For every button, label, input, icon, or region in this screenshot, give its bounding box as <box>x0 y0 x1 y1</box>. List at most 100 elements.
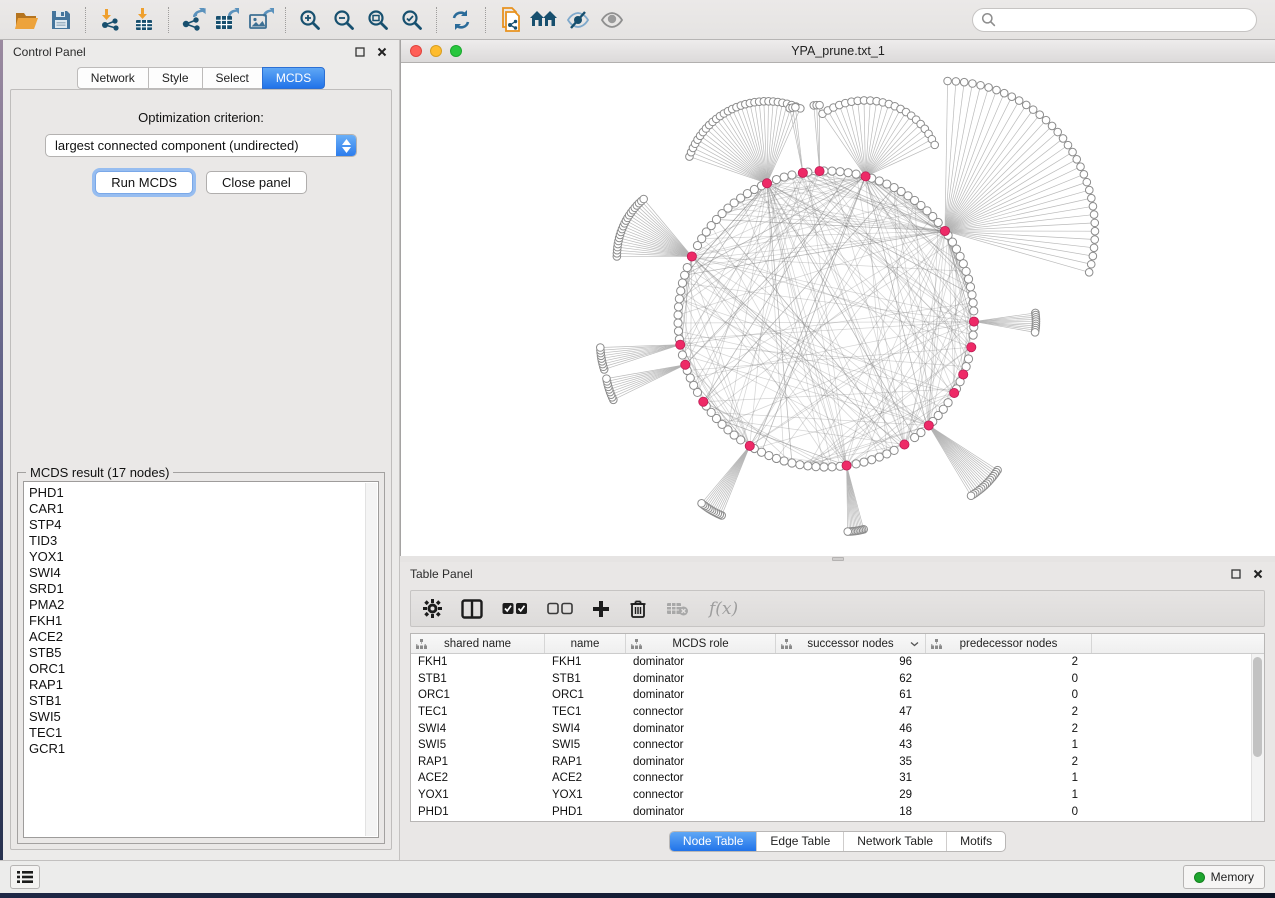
network-node[interactable] <box>796 461 804 469</box>
network-node[interactable] <box>677 287 685 295</box>
network-node[interactable] <box>820 463 828 471</box>
network-node[interactable] <box>962 267 970 275</box>
network-node[interactable] <box>860 458 868 466</box>
settings-icon[interactable] <box>423 599 442 618</box>
import-table-icon[interactable] <box>127 5 161 35</box>
network-node[interactable] <box>1088 194 1096 202</box>
table-row[interactable]: SWI5SWI5connector431 <box>411 737 1264 754</box>
float-panel-icon[interactable] <box>353 45 367 59</box>
network-node[interactable] <box>1091 219 1099 227</box>
table-row[interactable]: ORC1ORC1dominator610 <box>411 687 1264 704</box>
network-node[interactable] <box>993 86 1001 94</box>
mcds-result-list[interactable]: PHD1CAR1STP4TID3YOX1SWI4SRD1PMA2FKH1ACE2… <box>23 481 379 838</box>
network-graph[interactable] <box>401 63 1269 556</box>
network-node[interactable] <box>944 77 952 85</box>
mcds-result-item[interactable]: TID3 <box>29 533 378 549</box>
tab-network[interactable]: Network <box>77 67 148 89</box>
network-node[interactable] <box>788 171 796 179</box>
mcds-hub-node[interactable] <box>699 397 708 406</box>
tab-style[interactable]: Style <box>148 67 202 89</box>
column-header-mcds-role[interactable]: MCDS role <box>626 634 776 653</box>
mcds-result-item[interactable]: STB5 <box>29 645 378 661</box>
tab-select[interactable]: Select <box>202 67 262 89</box>
network-canvas[interactable] <box>401 63 1275 556</box>
mcds-result-item[interactable]: STB1 <box>29 693 378 709</box>
network-node[interactable] <box>836 168 844 176</box>
network-node[interactable] <box>828 463 836 471</box>
network-node[interactable] <box>968 291 976 299</box>
network-node[interactable] <box>952 78 960 86</box>
network-node[interactable] <box>674 311 682 319</box>
network-node[interactable] <box>1089 203 1097 211</box>
zoom-in-icon[interactable] <box>293 5 327 35</box>
mcds-hub-node[interactable] <box>959 370 968 379</box>
zoom-fit-icon[interactable] <box>361 5 395 35</box>
network-node[interactable] <box>792 103 800 111</box>
network-node[interactable] <box>970 307 978 315</box>
network-node[interactable] <box>852 170 860 178</box>
network-node[interactable] <box>1085 269 1093 277</box>
network-node[interactable] <box>959 260 967 268</box>
close-panel-button[interactable]: Close panel <box>206 171 307 194</box>
network-node[interactable] <box>1080 171 1088 179</box>
column-header-name[interactable]: name <box>545 634 626 653</box>
network-node[interactable] <box>1069 148 1077 156</box>
network-node[interactable] <box>780 173 788 181</box>
tab-network-table[interactable]: Network Table <box>844 832 947 851</box>
export-table-icon[interactable] <box>210 5 244 35</box>
mcds-hub-node[interactable] <box>950 388 959 397</box>
tab-mcds[interactable]: MCDS <box>262 67 325 89</box>
network-node[interactable] <box>911 433 919 441</box>
network-node[interactable] <box>1059 135 1067 143</box>
network-node[interactable] <box>828 167 836 175</box>
mcds-result-item[interactable]: YOX1 <box>29 549 378 565</box>
network-node[interactable] <box>964 275 972 283</box>
network-node[interactable] <box>1008 93 1016 101</box>
network-node[interactable] <box>1064 141 1072 149</box>
network-node[interactable] <box>969 80 977 88</box>
network-node[interactable] <box>1077 163 1085 171</box>
network-node[interactable] <box>1090 211 1098 219</box>
network-window-titlebar[interactable]: YPA_prune.txt_1 <box>401 40 1275 63</box>
open-file-icon[interactable] <box>10 5 44 35</box>
network-node[interactable] <box>1022 101 1030 109</box>
run-mcds-button[interactable]: Run MCDS <box>95 171 193 194</box>
zoom-selected-icon[interactable] <box>395 5 429 35</box>
mcds-hub-node[interactable] <box>798 168 807 177</box>
network-node[interactable] <box>678 279 686 287</box>
network-node[interactable] <box>875 453 883 461</box>
network-node[interactable] <box>1031 329 1039 337</box>
criterion-dropdown[interactable]: largest connected component (undirected) <box>45 134 357 157</box>
network-node[interactable] <box>674 319 682 327</box>
network-node[interactable] <box>596 344 604 352</box>
tab-motifs[interactable]: Motifs <box>947 832 1005 851</box>
network-node[interactable] <box>674 303 682 311</box>
horizontal-splitter[interactable] <box>400 556 1275 562</box>
network-node[interactable] <box>1048 122 1056 130</box>
network-node[interactable] <box>964 355 972 363</box>
mcds-hub-node[interactable] <box>861 172 870 181</box>
network-node[interactable] <box>772 454 780 462</box>
mcds-result-item[interactable]: STP4 <box>29 517 378 533</box>
network-node[interactable] <box>683 263 691 271</box>
tab-node-table[interactable]: Node Table <box>670 832 758 851</box>
mcds-hub-node[interactable] <box>940 226 949 235</box>
refresh-icon[interactable] <box>444 5 478 35</box>
table-row[interactable]: TEC1TEC1connector472 <box>411 704 1264 721</box>
table-row[interactable]: PHD1PHD1dominator180 <box>411 803 1264 820</box>
splitter-handle[interactable] <box>832 557 844 561</box>
column-header-successor-nodes[interactable]: successor nodes <box>776 634 926 653</box>
network-node[interactable] <box>675 295 683 303</box>
export-image-icon[interactable] <box>244 5 278 35</box>
mcds-hub-node[interactable] <box>924 421 933 430</box>
network-node[interactable] <box>603 375 611 383</box>
network-node[interactable] <box>812 463 820 471</box>
network-node[interactable] <box>1089 252 1097 260</box>
network-node[interactable] <box>1073 155 1081 163</box>
mcds-result-item[interactable]: ACE2 <box>29 629 378 645</box>
mcds-result-item[interactable]: SRD1 <box>29 581 378 597</box>
add-column-icon[interactable] <box>592 600 610 618</box>
network-node[interactable] <box>844 528 852 536</box>
mcds-hub-node[interactable] <box>676 340 685 349</box>
mcds-result-item[interactable]: PMA2 <box>29 597 378 613</box>
